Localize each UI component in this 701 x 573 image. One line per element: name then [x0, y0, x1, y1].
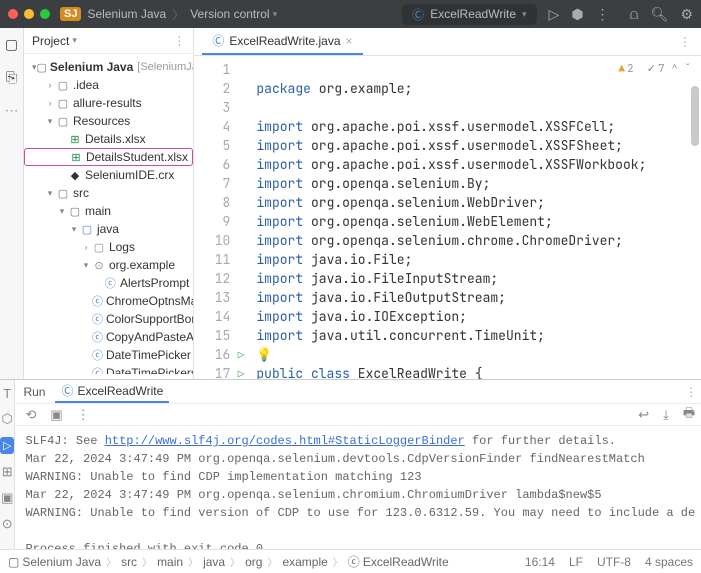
status-indent[interactable]: 4 spaces — [645, 555, 693, 569]
scroll-end-icon[interactable]: ⤓ — [663, 407, 669, 423]
run-gutter-icon[interactable]: ▷ — [238, 366, 245, 379]
run-tool-window: T ⬡ ▷ ⊞ ▣ ⊙ Run Ⓒ ExcelReadWrite ⋮ ⟲ ▣ ⋮… — [0, 379, 701, 549]
inspection-badges[interactable]: 2 7 ^ ˇ — [618, 62, 691, 76]
tree-file-selenium-ide[interactable]: ◆SeleniumIDE.crx — [24, 166, 193, 184]
editor-area: Ⓒ ExcelReadWrite.java × ⋮ 2 7 ^ ˇ 123 45… — [194, 28, 701, 379]
main-split: ▢ ⎘ ⋯ Project ▾ ⋮ ▾▢Selenium Java [Selen… — [0, 28, 701, 379]
vcs-menu[interactable]: Version control — [190, 7, 269, 21]
chevron-down-icon: ▾ — [522, 9, 527, 20]
project-badge: SJ — [60, 7, 81, 21]
commit-tool-icon[interactable]: ⎘ — [6, 69, 17, 86]
soft-wrap-icon[interactable]: ↩ — [638, 407, 649, 423]
tree-folder-java[interactable]: ▾▢java — [24, 220, 193, 238]
search-icon[interactable]: 🔍︎ — [651, 6, 669, 23]
scrollbar-vertical[interactable] — [691, 86, 699, 375]
tree-class-chrome-max[interactable]: ⓒChromeOptnsMaximized — [24, 292, 193, 310]
tree-file-details-xlsx[interactable]: ⊞Details.xlsx — [24, 130, 193, 148]
run-label: Run — [23, 385, 45, 399]
code-content[interactable]: package org.example; import org.apache.p… — [238, 56, 701, 379]
project-tool-icon[interactable]: ▢ — [5, 36, 18, 53]
editor-tabs: Ⓒ ExcelReadWrite.java × ⋮ — [194, 28, 701, 56]
more-tools-icon[interactable]: ⋯ — [4, 102, 18, 119]
run-config-selector[interactable]: Ⓒ ExcelReadWrite ▾ — [402, 4, 536, 25]
zoom-icon[interactable] — [40, 9, 50, 19]
title-bar: SJ Selenium Java 〉 Version control ▾ Ⓒ E… — [0, 0, 701, 28]
tree-folder-src[interactable]: ▾▢src — [24, 184, 193, 202]
chevron-down-icon: ▾ — [273, 9, 278, 20]
run-button[interactable]: ▷ — [549, 6, 560, 23]
code-editor[interactable]: 2 7 ^ ˇ 123 456 789 101112 131415 16▷ 17… — [194, 56, 701, 379]
tool-window-bar: ▢ ⎘ ⋯ — [0, 28, 24, 379]
rerun-icon[interactable]: ⟲ — [25, 407, 36, 423]
close-tab-icon[interactable]: × — [346, 34, 353, 48]
tree-class-color-support[interactable]: ⓒColorSupportBorder — [24, 310, 193, 328]
run-tab-label: ExcelReadWrite — [78, 384, 164, 398]
crumb[interactable]: ▢Selenium Java — [8, 555, 101, 569]
gutter[interactable]: 123 456 789 101112 131415 16▷ 17▷ — [194, 56, 238, 379]
crumb[interactable]: src — [121, 555, 137, 569]
chevron-right-icon: 〉 — [172, 6, 184, 23]
settings-icon[interactable]: ⚙ — [680, 6, 693, 23]
tab-label: ExcelReadWrite.java — [229, 34, 340, 48]
tree-folder-main[interactable]: ▾▢main — [24, 202, 193, 220]
crumb[interactable]: main — [157, 555, 183, 569]
services-icon[interactable]: ⊞ — [2, 464, 13, 480]
navigation-bar: ▢Selenium Java〉 src〉 main〉 java〉 org〉 ex… — [0, 549, 701, 573]
run-header: Run Ⓒ ExcelReadWrite ⋮ — [15, 380, 701, 404]
tree-file-details-student[interactable]: ⊞DetailsStudent.xlsx — [24, 148, 193, 166]
tree-folder-logs[interactable]: ›▢Logs — [24, 238, 193, 256]
console-link[interactable]: http://www.slf4j.org/codes.html#StaticLo… — [105, 434, 465, 448]
tab-excelreadwrite[interactable]: Ⓒ ExcelReadWrite.java × — [202, 28, 362, 55]
status-bar: 16:14 LF UTF-8 4 spaces — [525, 555, 693, 569]
tree-folder-resources[interactable]: ▾▢Resources — [24, 112, 193, 130]
chevron-down-icon: ▾ — [72, 35, 77, 46]
stop-icon[interactable]: ▣ — [50, 407, 62, 423]
status-line-sep[interactable]: LF — [569, 555, 583, 569]
run-tab[interactable]: Ⓒ ExcelReadWrite — [55, 380, 169, 403]
code-with-me-icon[interactable]: ⩍ — [630, 6, 639, 23]
window-controls[interactable] — [8, 9, 50, 19]
class-icon: Ⓒ — [61, 382, 73, 399]
crumb[interactable]: org — [245, 555, 262, 569]
console-output[interactable]: SLF4J: See http://www.slf4j.org/codes.ht… — [15, 426, 701, 549]
print-icon[interactable]: 🖶 — [683, 404, 695, 426]
project-panel: Project ▾ ⋮ ▾▢Selenium Java [SeleniumJav… — [24, 28, 194, 379]
tabs-options-icon[interactable]: ⋮ — [679, 35, 691, 49]
more-actions-icon[interactable]: ⋮ — [596, 6, 610, 23]
run-toolbar: ⟲ ▣ ⋮ ↩ ⤓ 🖶 — [15, 404, 701, 426]
minimize-icon[interactable] — [24, 9, 34, 19]
run-active-icon[interactable]: ▷ — [0, 437, 14, 454]
project-tree[interactable]: ▾▢Selenium Java [SeleniumJava]~/IdeaProj… — [24, 54, 193, 374]
crumb[interactable]: ⓒExcelReadWrite — [348, 553, 449, 570]
crumb[interactable]: java — [203, 555, 225, 569]
project-panel-title: Project — [32, 34, 69, 48]
text-icon[interactable]: T — [3, 386, 11, 401]
class-icon: Ⓒ — [212, 32, 224, 49]
terminal-icon[interactable]: ▣ — [1, 490, 13, 506]
panel-options-icon[interactable]: ⋮ — [173, 34, 185, 48]
run-gutter-icon[interactable]: ▷ — [238, 347, 245, 366]
problems-icon[interactable]: ⊙ — [2, 516, 13, 532]
run-options-icon[interactable]: ⋮ — [685, 385, 697, 399]
tree-class-copy-paste[interactable]: ⓒCopyAndPasteActions — [24, 328, 193, 346]
project-name[interactable]: Selenium Java — [87, 7, 166, 21]
tree-folder-idea[interactable]: ›▢.idea — [24, 76, 193, 94]
crumb[interactable]: example — [282, 555, 327, 569]
tree-class-dtp-current[interactable]: ⓒDateTimePickersCurrent — [24, 364, 193, 374]
tree-folder-allure[interactable]: ›▢allure-results — [24, 94, 193, 112]
project-panel-header[interactable]: Project ▾ ⋮ — [24, 28, 193, 54]
debug-button[interactable]: ⬢ — [571, 6, 583, 23]
run-config-name: ExcelReadWrite — [430, 7, 516, 21]
status-time: 16:14 — [525, 555, 555, 569]
close-icon[interactable] — [8, 9, 18, 19]
tree-class-alerts[interactable]: ⓒAlertsPrompt — [24, 274, 193, 292]
class-icon: Ⓒ — [412, 6, 424, 23]
build-icon[interactable]: ⬡ — [2, 411, 13, 427]
more-icon[interactable]: ⋮ — [77, 407, 90, 423]
status-encoding[interactable]: UTF-8 — [597, 555, 631, 569]
tree-root[interactable]: ▾▢Selenium Java [SeleniumJava]~/IdeaProj… — [24, 58, 193, 76]
tree-package-org-example[interactable]: ▾⊙org.example — [24, 256, 193, 274]
run-toolbar-vertical: T ⬡ ▷ ⊞ ▣ ⊙ — [0, 380, 15, 549]
tree-class-datetime[interactable]: ⓒDateTimePicker — [24, 346, 193, 364]
